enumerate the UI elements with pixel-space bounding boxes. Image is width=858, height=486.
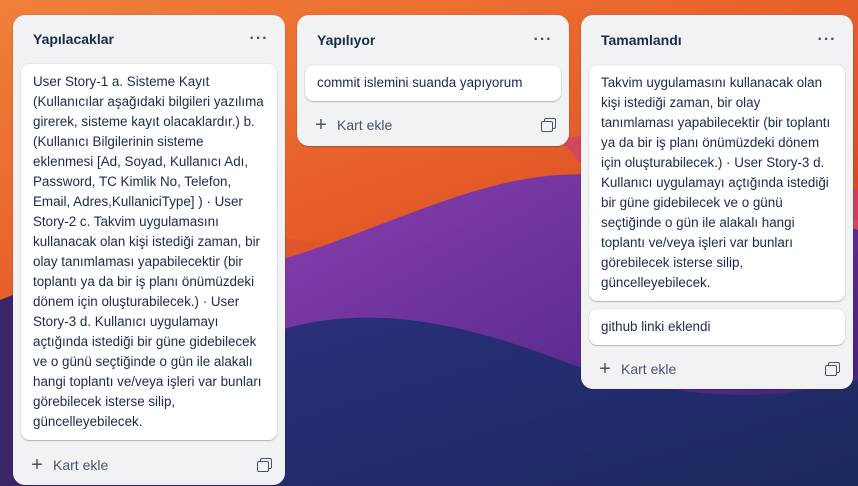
card[interactable]: User Story-1 a. Sisteme Kayıt (Kullanıcı… xyxy=(21,63,277,440)
list-header: Yapılacaklar ··· xyxy=(13,15,285,64)
card-list: Takvim uygulamasını kullanacak olan kişi… xyxy=(581,65,853,345)
card-template-icon[interactable] xyxy=(825,362,840,376)
list-footer: + Kart ekle xyxy=(13,446,285,485)
add-card-button[interactable]: + Kart ekle xyxy=(29,455,108,475)
plus-icon: + xyxy=(31,454,43,477)
add-card-button[interactable]: + Kart ekle xyxy=(313,115,392,135)
list-yapilacaklar: Yapılacaklar ··· User Story-1 a. Sisteme… xyxy=(13,15,285,485)
add-card-label: Kart ekle xyxy=(337,117,393,133)
list-footer: + Kart ekle xyxy=(581,349,853,389)
card[interactable]: commit islemini suanda yapıyorum xyxy=(305,65,561,101)
list-title[interactable]: Yapılacaklar xyxy=(33,31,114,47)
add-card-label: Kart ekle xyxy=(621,361,677,377)
card[interactable]: Takvim uygulamasını kullanacak olan kişi… xyxy=(589,65,845,301)
more-horizontal-icon[interactable]: ··· xyxy=(813,26,841,54)
more-horizontal-icon[interactable]: ··· xyxy=(245,25,273,53)
list-title[interactable]: Yapılıyor xyxy=(317,32,375,48)
more-horizontal-icon[interactable]: ··· xyxy=(529,26,557,54)
list-tamamlandi: Tamamlandı ··· Takvim uygulamasını kulla… xyxy=(581,15,853,389)
card-list: User Story-1 a. Sisteme Kayıt (Kullanıcı… xyxy=(13,63,285,440)
plus-icon: + xyxy=(315,114,327,136)
list-header: Tamamlandı ··· xyxy=(581,15,853,65)
card-template-icon[interactable] xyxy=(257,458,272,473)
list-yapiliyor: Yapılıyor ··· commit islemini suanda yap… xyxy=(297,15,569,146)
list-header: Yapılıyor ··· xyxy=(297,15,569,65)
card-template-icon[interactable] xyxy=(541,118,556,132)
add-card-button[interactable]: + Kart ekle xyxy=(597,359,676,379)
list-title[interactable]: Tamamlandı xyxy=(601,32,682,48)
card[interactable]: github linki eklendi xyxy=(589,309,845,345)
add-card-label: Kart ekle xyxy=(53,457,109,474)
plus-icon: + xyxy=(599,358,611,380)
card-list: commit islemini suanda yapıyorum xyxy=(297,65,569,101)
list-footer: + Kart ekle xyxy=(297,105,569,145)
